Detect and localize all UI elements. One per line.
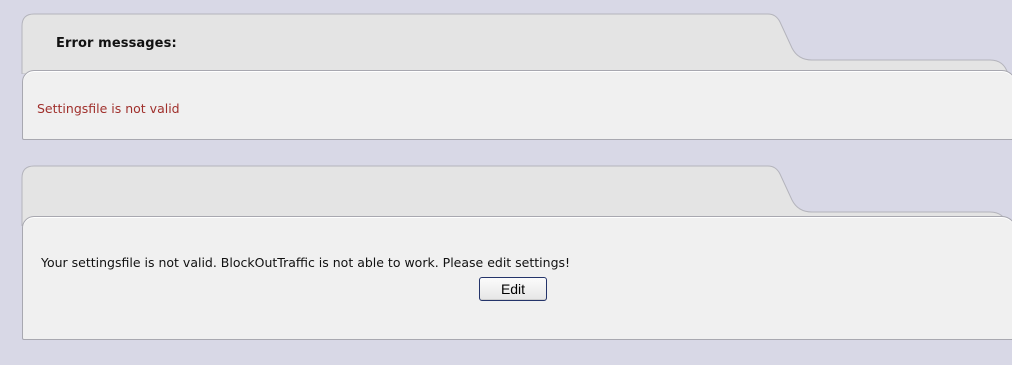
error-messages-body: Settingsfile is not valid xyxy=(22,70,1012,140)
error-messages-panel: Error messages: Settingsfile is not vali… xyxy=(8,12,1012,142)
edit-button[interactable]: Edit xyxy=(479,277,547,301)
settings-info-body: Your settingsfile is not valid. BlockOut… xyxy=(22,216,1012,340)
settings-info-panel: Your settingsfile is not valid. BlockOut… xyxy=(8,164,1012,344)
error-messages-tab: Error messages: xyxy=(8,12,1010,74)
settings-info-message: Your settingsfile is not valid. BlockOut… xyxy=(41,255,571,270)
error-messages-title: Error messages: xyxy=(56,36,177,51)
error-message-text: Settingsfile is not valid xyxy=(37,101,180,116)
